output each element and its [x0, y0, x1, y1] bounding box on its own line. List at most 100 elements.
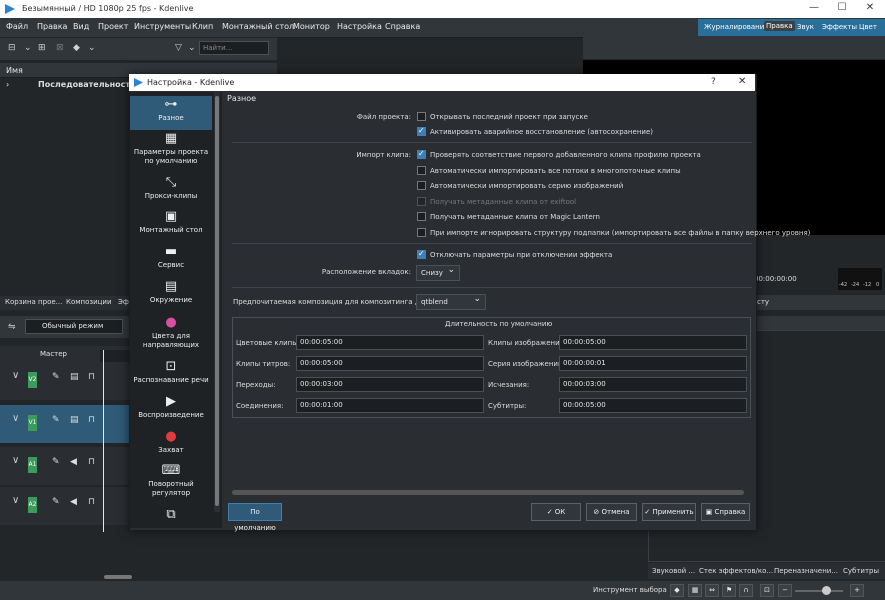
- check-profile-checkbox[interactable]: [417, 149, 426, 159]
- category-capture[interactable]: ● Захват: [130, 430, 212, 455]
- ok-button[interactable]: ✓ ОК: [531, 503, 581, 521]
- magic-lantern-checkbox[interactable]: [417, 212, 426, 221]
- category-more[interactable]: ⧉: [130, 508, 212, 524]
- title-clips-duration-input[interactable]: 00:00:05:00: [296, 356, 484, 371]
- workspace-editing[interactable]: Правка: [764, 21, 795, 31]
- import-streams-checkbox[interactable]: [417, 166, 426, 175]
- collapse-icon[interactable]: ∨: [12, 495, 19, 506]
- film-icon[interactable]: ▤: [70, 415, 79, 425]
- settings-slider-icon[interactable]: ⇋: [8, 322, 16, 332]
- workspace-effects[interactable]: Эффекты: [822, 23, 857, 31]
- magnet-icon[interactable]: ∩: [739, 584, 753, 597]
- cancel-button[interactable]: ⊘ Отмена: [586, 503, 637, 521]
- zoom-slider[interactable]: [795, 590, 843, 592]
- collapse-icon[interactable]: ∨: [12, 413, 19, 424]
- category-scrollbar[interactable]: [214, 92, 220, 512]
- tab-effect-stack[interactable]: Стек эффектов/ко...: [699, 567, 773, 575]
- category-project-defaults[interactable]: ▦ Параметры проекта по умолчанию: [130, 132, 212, 166]
- apply-button[interactable]: ✓ Применить: [642, 503, 696, 521]
- chevron-down-icon[interactable]: ⌄: [24, 43, 32, 53]
- zoom-in-icon[interactable]: +: [850, 584, 864, 597]
- tag-icon[interactable]: ◆: [670, 584, 684, 597]
- maximize-icon[interactable]: ☐: [832, 2, 852, 16]
- settings-scrollbar[interactable]: [232, 490, 744, 495]
- track-v1[interactable]: ∨ V1 ✎ ▤ ⊓: [0, 405, 130, 443]
- tab-remap[interactable]: Переназначени...: [774, 567, 838, 575]
- chevron-down-icon[interactable]: ⌄: [188, 43, 196, 53]
- tab-effects[interactable]: Эф: [118, 298, 129, 306]
- category-jog-shuttle[interactable]: ⌨ Поворотный регулятор: [130, 464, 212, 498]
- grid-icon[interactable]: ▦: [688, 584, 702, 597]
- filter-icon[interactable]: ▽: [175, 43, 182, 53]
- track-a2[interactable]: ∨ A2 ✎ ◀ ⊓: [0, 487, 130, 525]
- effects-icon[interactable]: ✎: [52, 457, 60, 467]
- menu-file[interactable]: Файл: [6, 22, 28, 31]
- category-playback[interactable]: ▶ Воспроизведение: [130, 395, 212, 420]
- exiftool-checkbox[interactable]: [417, 197, 426, 206]
- edit-mode-select[interactable]: Обычный режим: [25, 319, 123, 334]
- zoom-slider-handle[interactable]: [822, 586, 831, 595]
- add-clip-icon[interactable]: ⊟: [8, 43, 16, 53]
- chevron-down-icon[interactable]: ⌄: [88, 43, 96, 53]
- autosave-checkbox[interactable]: [417, 126, 426, 136]
- help-icon[interactable]: ?: [711, 77, 716, 87]
- open-last-checkbox[interactable]: [417, 112, 426, 121]
- speaker-icon[interactable]: ◀: [70, 497, 77, 507]
- menu-timeline[interactable]: Монтажный стол: [222, 22, 294, 31]
- ignore-subfolders-checkbox[interactable]: [417, 228, 426, 237]
- bin-search-input[interactable]: Найти...: [199, 41, 269, 55]
- speaker-icon[interactable]: ◀: [70, 457, 77, 467]
- playhead[interactable]: [103, 350, 104, 532]
- category-tools[interactable]: ▬ Сервис: [130, 245, 212, 270]
- tab-project-bin[interactable]: Корзина прое...: [5, 298, 62, 306]
- menu-edit[interactable]: Правка: [37, 22, 67, 31]
- subtitles-duration-input[interactable]: 00:00:05:00: [559, 398, 747, 413]
- track-v2[interactable]: ∨ V2 ✎ ▤ ⊓: [0, 362, 130, 400]
- track-a1[interactable]: ∨ A1 ✎ ◀ ⊓: [0, 447, 130, 485]
- category-guide-colors[interactable]: ● Цвета для направляющих: [130, 316, 212, 350]
- timeline-scrollbar[interactable]: [104, 575, 132, 579]
- tab-compositions[interactable]: Композиции: [66, 298, 112, 306]
- zoom-out-icon[interactable]: −: [778, 584, 792, 597]
- lock-icon[interactable]: ⊓: [88, 372, 95, 382]
- split-icon[interactable]: ⇔: [705, 584, 719, 597]
- menu-tools[interactable]: Инструменты: [134, 22, 191, 31]
- disable-params-checkbox[interactable]: [417, 249, 426, 259]
- category-proxy[interactable]: ⤡ Прокси-клипы: [130, 176, 212, 201]
- menu-clip[interactable]: Клип: [192, 22, 213, 31]
- menu-project[interactable]: Проект: [98, 22, 128, 31]
- color-clips-duration-input[interactable]: 00:00:05:00: [296, 335, 484, 350]
- category-misc[interactable]: ⊶ Разное: [130, 96, 212, 130]
- minimize-icon[interactable]: —: [804, 2, 824, 16]
- close-icon[interactable]: ✕: [738, 76, 746, 87]
- help-button[interactable]: ▣ Справка: [701, 503, 750, 521]
- film-icon[interactable]: ▤: [70, 372, 79, 382]
- workspace-logging[interactable]: Журналирование: [704, 23, 769, 31]
- effects-icon[interactable]: ✎: [52, 372, 60, 382]
- tab-subtitles[interactable]: Субтитры: [843, 567, 879, 575]
- close-icon[interactable]: ✕: [860, 2, 880, 16]
- folder-icon[interactable]: ⊞: [38, 43, 46, 53]
- collapse-icon[interactable]: ∨: [12, 370, 19, 381]
- timecode-display[interactable]: 00:00:00:00: [754, 275, 797, 283]
- mixes-duration-input[interactable]: 00:00:01:00: [296, 398, 484, 413]
- menu-monitor[interactable]: Монитор: [293, 22, 330, 31]
- fades-duration-input[interactable]: 00:00:03:00: [559, 377, 747, 392]
- stack-tab[interactable]: сту: [755, 295, 885, 310]
- expand-icon[interactable]: ›: [6, 80, 9, 89]
- lock-icon[interactable]: ⊓: [88, 497, 95, 507]
- flag-icon[interactable]: ⚑: [722, 584, 736, 597]
- image-sequence-duration-input[interactable]: 00:00:00:01: [559, 356, 747, 371]
- effects-icon[interactable]: ✎: [52, 415, 60, 425]
- menu-view[interactable]: Вид: [73, 22, 89, 31]
- import-sequence-checkbox[interactable]: [417, 181, 426, 190]
- fit-icon[interactable]: ⊡: [760, 584, 774, 597]
- category-environment[interactable]: ▤ Окружение: [130, 280, 212, 305]
- lock-icon[interactable]: ⊓: [88, 415, 95, 425]
- tab-audio-mixer[interactable]: Звуковой ...: [652, 567, 695, 575]
- effects-icon[interactable]: ✎: [52, 497, 60, 507]
- tag-icon[interactable]: ◆: [73, 43, 80, 53]
- scrollbar-thumb[interactable]: [215, 96, 219, 506]
- menu-settings[interactable]: Настройка: [337, 22, 382, 31]
- tab-position-select[interactable]: Снизу: [416, 263, 460, 281]
